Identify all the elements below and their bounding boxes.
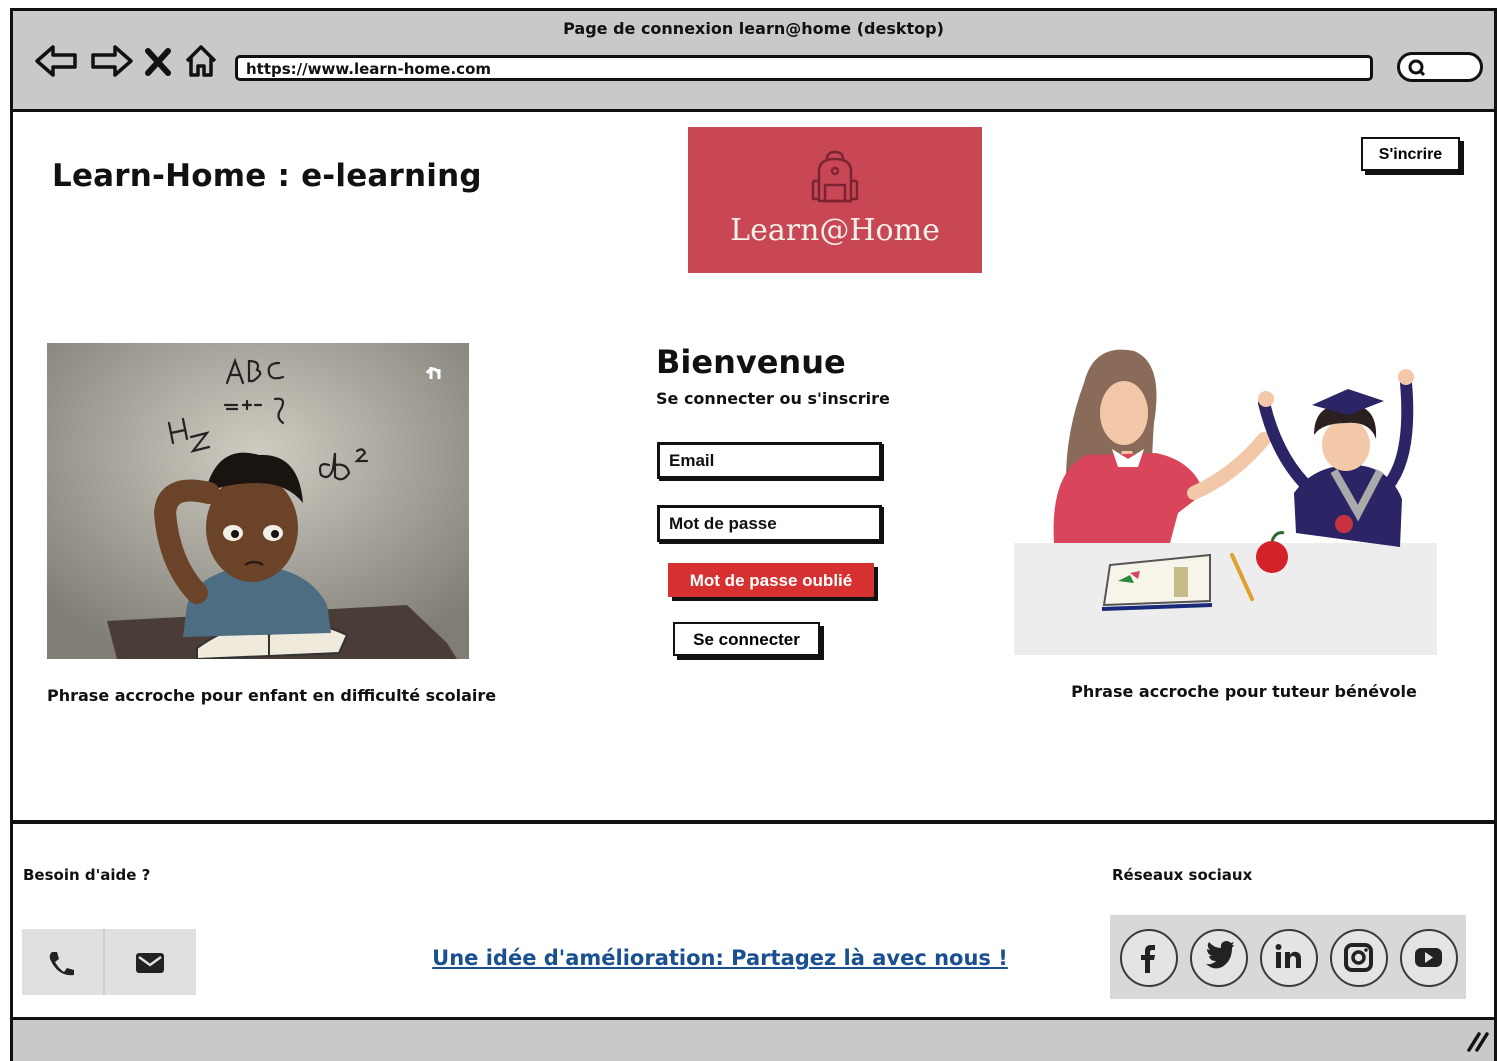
- browser-toolbar: Page de connexion learn@home (desktop) h…: [13, 11, 1494, 112]
- home-icon[interactable]: [183, 41, 219, 81]
- close-icon[interactable]: [143, 41, 173, 81]
- welcome-heading: Bienvenue: [656, 343, 846, 381]
- student-illustration: [47, 343, 469, 659]
- login-button[interactable]: Se connecter: [673, 622, 820, 656]
- footer-divider: [13, 820, 1494, 824]
- back-arrow-icon[interactable]: [33, 41, 81, 81]
- search-icon: [1408, 59, 1426, 77]
- feedback-link[interactable]: Une idée d'amélioration: Partagez là ave…: [400, 946, 1040, 970]
- browser-search[interactable]: [1397, 52, 1483, 82]
- contact-buttons: [22, 929, 196, 995]
- help-title: Besoin d'aide ?: [23, 866, 151, 884]
- tutor-image: [1014, 343, 1437, 655]
- forgot-password-button[interactable]: Mot de passe oublié: [668, 563, 874, 597]
- contact-divider: [103, 929, 105, 995]
- window-title: Page de connexion learn@home (desktop): [563, 19, 944, 38]
- backpack-icon: [811, 150, 859, 203]
- forward-arrow-icon[interactable]: [87, 41, 135, 81]
- signup-button[interactable]: S'incrire: [1361, 137, 1460, 171]
- social-title: Réseaux sociaux: [1112, 866, 1253, 884]
- resize-handle-icon[interactable]: [1465, 1030, 1489, 1052]
- logo-text: Learn@Home: [730, 213, 940, 248]
- email-icon[interactable]: [134, 951, 166, 975]
- twitter-icon[interactable]: [1190, 929, 1248, 987]
- site-title: Learn-Home : e-learning: [52, 158, 482, 194]
- youtube-icon[interactable]: [1400, 929, 1458, 987]
- social-links: [1110, 915, 1466, 999]
- instagram-icon[interactable]: [1330, 929, 1388, 987]
- password-field[interactable]: [657, 505, 882, 542]
- email-field[interactable]: [657, 442, 882, 479]
- left-caption: Phrase accroche pour enfant en difficult…: [47, 686, 497, 705]
- facebook-icon[interactable]: [1120, 929, 1178, 987]
- logo: Learn@Home: [688, 127, 982, 273]
- tutor-illustration: [1014, 343, 1437, 655]
- linkedin-icon[interactable]: [1260, 929, 1318, 987]
- address-bar[interactable]: https://www.learn-home.com: [235, 55, 1373, 81]
- status-bar: [13, 1020, 1494, 1061]
- phone-icon[interactable]: [46, 949, 76, 977]
- login-subtitle: Se connecter ou s'inscrire: [656, 389, 890, 408]
- right-caption: Phrase accroche pour tuteur bénévole: [1071, 682, 1417, 701]
- student-image: [47, 343, 469, 659]
